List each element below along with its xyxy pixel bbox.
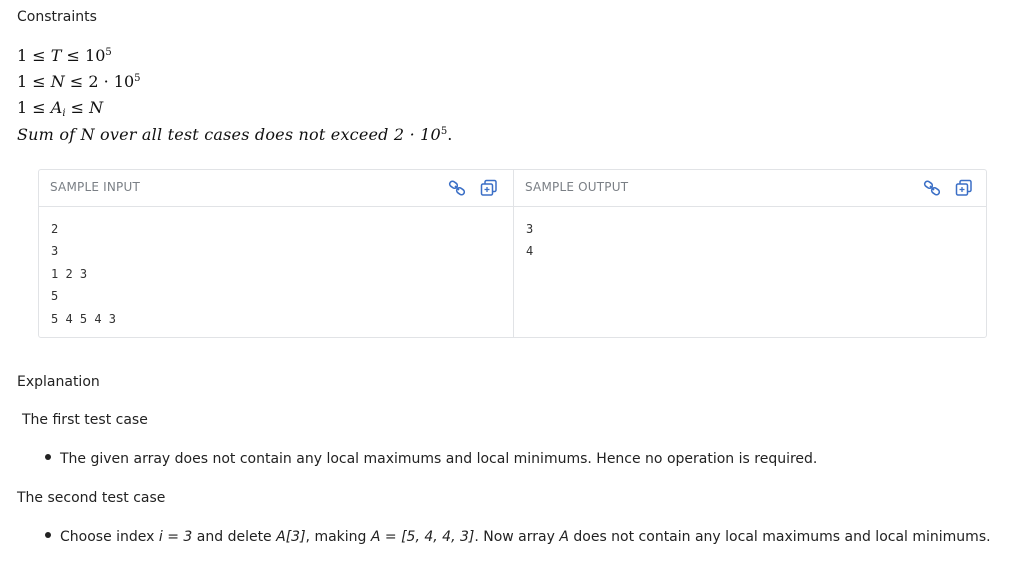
code-line: 5 4 5 4 3	[51, 311, 117, 326]
constraint-a: 1 ≤ Ai ≤ N	[17, 98, 104, 119]
second-case-title: The second test case	[17, 490, 166, 506]
copy-icon[interactable]	[955, 179, 973, 197]
constraints-heading: Constraints	[17, 9, 97, 25]
first-case-title: The first test case	[22, 412, 148, 428]
code-line: 3	[526, 222, 534, 236]
sample-input-content[interactable]: 2 3 1 2 3 5 5 4 5 4 3	[51, 222, 116, 334]
code-line: 3	[51, 244, 59, 259]
sample-input-header: SAMPLE INPUT	[39, 170, 513, 207]
code-line: 2	[51, 222, 59, 236]
bullet-dot	[45, 532, 51, 538]
constraint-sum: Sum of N over all test cases does not ex…	[17, 125, 453, 144]
sample-output-header: SAMPLE OUTPUT	[514, 170, 986, 207]
link-icon[interactable]	[923, 179, 941, 197]
sample-input-title: SAMPLE INPUT	[50, 180, 140, 194]
constraint-t: 1 ≤ T ≤ 105	[17, 46, 112, 65]
constraint-n: 1 ≤ N ≤ 2 · 105	[17, 72, 141, 91]
sample-io-box: SAMPLE INPUT 2 3 1 2 3 5 5 4 5 4 3 SAMPL…	[38, 169, 987, 338]
copy-icon[interactable]	[480, 179, 498, 197]
explanation-heading: Explanation	[17, 374, 100, 390]
first-case-bullet: The given array does not contain any loc…	[45, 451, 817, 467]
sample-output-title: SAMPLE OUTPUT	[525, 180, 629, 194]
bullet-dot	[45, 454, 51, 460]
code-line: 4	[526, 244, 534, 259]
code-line: 1 2 3	[51, 266, 88, 281]
second-case-bullet: Choose index i = 3 and delete A[3], maki…	[45, 529, 991, 545]
sample-output-panel: SAMPLE OUTPUT 3 4	[514, 170, 986, 337]
sample-output-content[interactable]: 3 4	[526, 222, 533, 267]
link-icon[interactable]	[448, 179, 466, 197]
sample-input-panel: SAMPLE INPUT 2 3 1 2 3 5 5 4 5 4 3	[39, 170, 514, 337]
code-line: 5	[51, 289, 59, 304]
